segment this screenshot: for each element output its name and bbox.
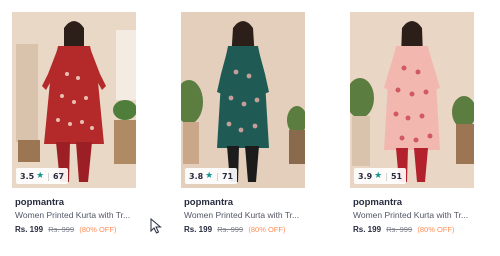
kurta-model-photo — [12, 12, 136, 188]
product-title: Women Printed Kurta with Tr... — [184, 210, 300, 220]
product-discount: (80% OFF) — [248, 225, 286, 234]
product-price: Rs. 199 — [184, 225, 213, 234]
star-icon: ★ — [205, 171, 214, 181]
product-price: Rs. 199 — [353, 225, 382, 234]
rating-badge: 3.5 ★ | 67 — [16, 168, 69, 184]
product-discount: (80% OFF) — [417, 225, 455, 234]
product-mrp: Rs. 999 — [48, 225, 75, 234]
product-mrp: Rs. 999 — [217, 225, 244, 234]
rating-value: 3.8 — [189, 171, 204, 181]
product-card[interactable]: 3.5 ★ | 67 popmantra Women Printed Kurta… — [12, 12, 136, 252]
product-discount: (80% OFF) — [79, 225, 117, 234]
price-row: Rs. 199 Rs. 999 (80% OFF) — [15, 225, 116, 234]
rating-value: 3.9 — [358, 171, 373, 181]
rating-count: 67 — [52, 171, 65, 181]
product-brand: popmantra — [353, 197, 403, 208]
price-row: Rs. 199 Rs. 999 (80% OFF) — [353, 225, 454, 234]
product-image[interactable]: 3.5 ★ | 67 — [12, 12, 136, 188]
product-card[interactable]: 3.9 ★ | 51 popmantra Women Printed Kurta… — [350, 12, 474, 252]
product-image[interactable]: 3.9 ★ | 51 — [350, 12, 474, 188]
star-icon: ★ — [374, 171, 383, 181]
product-image[interactable]: 3.8 ★ | 71 — [181, 12, 305, 188]
mouse-pointer-icon — [150, 218, 162, 234]
rating-count: 51 — [390, 171, 403, 181]
star-icon: ★ — [36, 171, 45, 181]
product-mrp: Rs. 999 — [386, 225, 413, 234]
product-brand: popmantra — [15, 197, 65, 208]
rating-badge: 3.8 ★ | 71 — [185, 168, 238, 184]
price-row: Rs. 199 Rs. 999 (80% OFF) — [184, 225, 285, 234]
product-brand: popmantra — [184, 197, 234, 208]
rating-value: 3.5 — [20, 171, 35, 181]
product-title: Women Printed Kurta with Tr... — [353, 210, 469, 220]
rating-count: 71 — [221, 171, 234, 181]
product-card[interactable]: 3.8 ★ | 71 popmantra Women Printed Kurta… — [181, 12, 305, 252]
product-title: Women Printed Kurta with Tr... — [15, 210, 131, 220]
product-price: Rs. 199 — [15, 225, 44, 234]
kurta-model-photo — [181, 12, 305, 188]
product-grid: 3.5 ★ | 67 popmantra Women Printed Kurta… — [0, 0, 500, 256]
rating-badge: 3.9 ★ | 51 — [354, 168, 407, 184]
kurta-model-photo — [350, 12, 474, 188]
